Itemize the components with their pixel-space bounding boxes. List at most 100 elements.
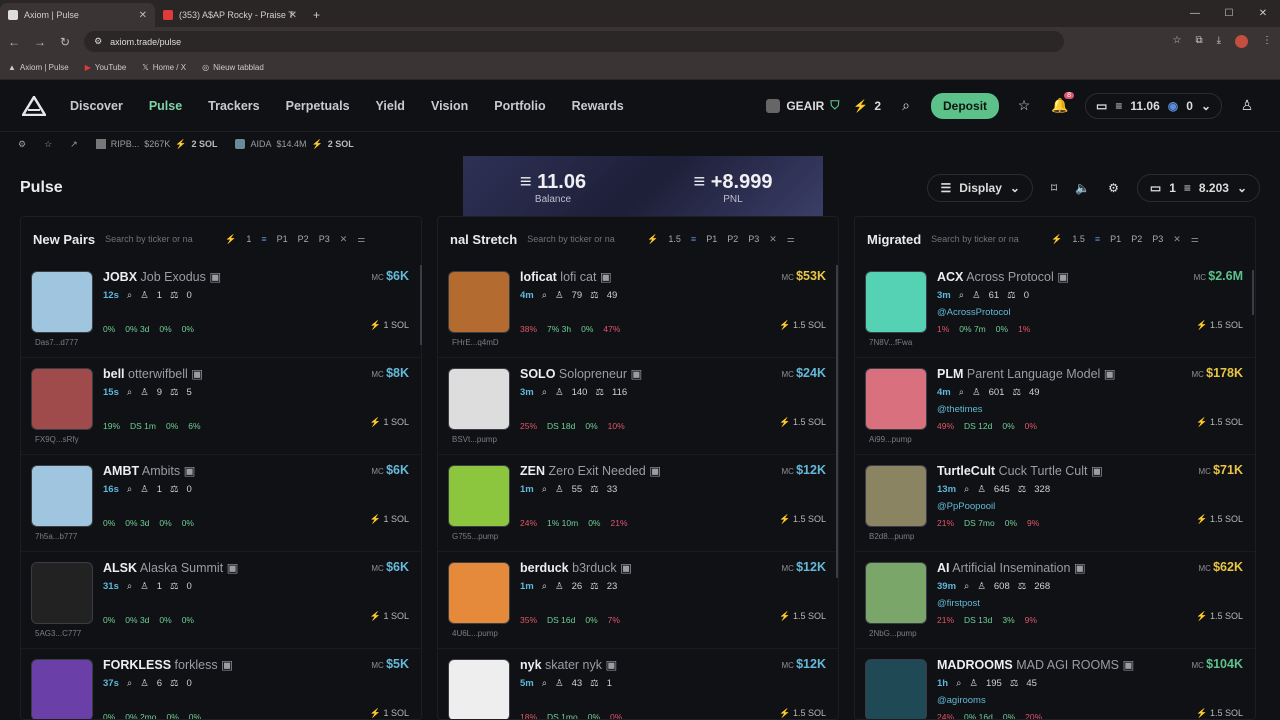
mute-icon[interactable]: ✕ (769, 234, 777, 245)
token-address[interactable]: FX9Q...sRfy (35, 435, 79, 444)
copy-icon[interactable]: ▣ (649, 464, 661, 478)
quick-buy-button[interactable]: ⚡ 1 SOL (370, 320, 409, 331)
token-card[interactable]: 7N8V...fFwa ACX Across Protocol ▣ 3m ⌕ ♙ 61… (855, 261, 1255, 358)
copy-icon[interactable]: ▣ (191, 367, 203, 381)
search-icon[interactable]: ⌕ (956, 678, 961, 689)
star-icon[interactable]: ☆ (44, 139, 52, 150)
token-address[interactable]: 7h5a...b777 (35, 532, 77, 541)
token-name[interactable]: AI Artificial Insemination ▣ (937, 560, 1086, 575)
token-card[interactable]: FX9Q...sRfy bell otterwifbell ▣ 15s ⌕ ♙ 9 ⚖ 5… (21, 358, 421, 455)
ticker-item[interactable]: RIPB... $267K ⚡ 2 SOL (95, 139, 217, 150)
browser-menu-icon[interactable]: ⋮ (1262, 35, 1272, 48)
bookmark-youtube[interactable]: ▶ YouTube (85, 63, 127, 72)
preset-p2[interactable]: P2 (727, 234, 738, 244)
token-address[interactable]: 2NbG...pump (869, 629, 917, 638)
token-address[interactable]: 7N8V...fFwa (869, 338, 912, 347)
token-name[interactable]: AMBT Ambits ▣ (103, 463, 195, 478)
bookmark-axiom[interactable]: ▲ Axiom | Pulse (8, 63, 69, 72)
forward-icon[interactable]: → (34, 35, 46, 49)
token-avatar[interactable] (31, 465, 93, 527)
quick-buy-button[interactable]: ⚡ 1.5 SOL (779, 514, 826, 525)
search-icon[interactable]: ⌕ (895, 95, 917, 117)
search-icon[interactable]: ⌕ (542, 581, 547, 592)
scrollbar[interactable] (420, 265, 422, 345)
wallet-pill[interactable]: ▭ ≡ 11.06 ◉ 0 ⌄ (1085, 92, 1222, 119)
filter-icon[interactable]: ⚌ (357, 234, 365, 245)
search-icon[interactable]: ⌕ (127, 387, 132, 398)
token-avatar[interactable] (31, 368, 93, 430)
token-avatar[interactable] (865, 562, 927, 624)
quick-buy-button[interactable]: ⚡ 1.5 SOL (779, 708, 826, 719)
sound-icon[interactable]: 🔈 (1075, 181, 1090, 195)
axiom-logo-icon[interactable] (22, 95, 46, 116)
nav-portfolio[interactable]: Portfolio (494, 99, 545, 113)
quick-buy-button[interactable]: ⚡ 1 SOL (370, 417, 409, 428)
token-card[interactable]: 5AG3...C777 ALSK Alaska Summit ▣ 31s ⌕ ♙ 1 ⚖… (21, 552, 421, 649)
search-icon[interactable]: ⌕ (542, 387, 547, 398)
token-card[interactable]: FORKLESS forkless ▣ 37s ⌕ ♙ 6 ⚖ 0 0% 0% 2mo 0% 0… (21, 649, 421, 719)
token-name[interactable]: TurtleCult Cuck Turtle Cult ▣ (937, 463, 1103, 478)
back-icon[interactable]: ← (8, 35, 20, 49)
search-icon[interactable]: ⌕ (127, 581, 132, 592)
minimize-icon[interactable]: — (1178, 0, 1212, 27)
token-name[interactable]: FORKLESS forkless ▣ (103, 657, 233, 672)
extensions-icon[interactable]: ⧉ (1195, 35, 1202, 48)
copy-icon[interactable]: ▣ (1057, 270, 1069, 284)
token-avatar[interactable] (31, 562, 93, 624)
nav-rewards[interactable]: Rewards (572, 99, 624, 113)
deposit-button[interactable]: Deposit (931, 92, 1000, 119)
token-address[interactable]: 5AG3...C777 (35, 629, 81, 638)
copy-icon[interactable]: ▣ (209, 270, 221, 284)
lightning-pill[interactable]: ⚡ 2 (853, 99, 881, 113)
preset-p1[interactable]: P1 (1110, 234, 1121, 244)
quick-buy-button[interactable]: ⚡ 1.5 SOL (779, 320, 826, 331)
nav-pulse[interactable]: Pulse (149, 99, 182, 113)
browser-tab-youtube[interactable]: (353) A$AP Rocky - Praise T ✕ (155, 3, 305, 27)
bookmark-icon[interactable]: ⌑ (1051, 181, 1057, 195)
token-address[interactable]: B2d8...pump (869, 532, 914, 541)
chart-icon[interactable]: ↗ (70, 139, 78, 150)
account-icon[interactable]: ♙ (1236, 95, 1258, 117)
maximize-icon[interactable]: ☐ (1212, 0, 1246, 27)
copy-icon[interactable]: ▣ (600, 270, 612, 284)
token-address[interactable]: FHrE...q4mD (452, 338, 499, 347)
address-bar[interactable]: ⚙ axiom.trade/pulse (84, 31, 1065, 52)
token-name[interactable]: MADROOMS MAD AGI ROOMS ▣ (937, 657, 1134, 672)
new-tab-icon[interactable]: + (313, 8, 320, 22)
twitter-handle[interactable]: @AcrossProtocol (937, 307, 1011, 318)
token-name[interactable]: ALSK Alaska Summit ▣ (103, 560, 238, 575)
filter-icon[interactable]: ⚌ (1191, 234, 1199, 245)
token-avatar[interactable] (448, 368, 510, 430)
token-card[interactable]: 2NbG...pump AI Artificial Insemination ▣… (855, 552, 1255, 649)
token-name[interactable]: SOLO Solopreneur ▣ (520, 366, 642, 381)
preset-p3[interactable]: P3 (748, 234, 759, 244)
twitter-handle[interactable]: @thetimes (937, 404, 983, 415)
token-card[interactable]: BSVt...pump SOLO Solopreneur ▣ 3m ⌕ ♙ 140 ⚖ 1… (438, 358, 838, 455)
display-button[interactable]: ☰ Display ⌄ (927, 174, 1033, 202)
profile-avatar-icon[interactable] (1235, 35, 1248, 48)
token-name[interactable]: ZEN Zero Exit Needed ▣ (520, 463, 661, 478)
close-tab-icon[interactable]: ✕ (139, 10, 147, 21)
copy-icon[interactable]: ▣ (1074, 561, 1086, 575)
token-address[interactable]: G755...pump (452, 532, 498, 541)
twitter-handle[interactable]: @agirooms (937, 695, 986, 706)
token-name[interactable]: nyk skater nyk ▣ (520, 657, 617, 672)
token-avatar[interactable] (865, 465, 927, 527)
close-tab-icon[interactable]: ✕ (289, 10, 297, 21)
filter-icon[interactable]: ⚌ (787, 234, 795, 245)
quick-buy-button[interactable]: ⚡ 1.5 SOL (1196, 611, 1243, 622)
token-name[interactable]: loficat lofi cat ▣ (520, 269, 612, 284)
column-search-input[interactable]: Search by ticker or na (527, 234, 637, 244)
copy-icon[interactable]: ▣ (184, 464, 196, 478)
preset-p2[interactable]: P2 (298, 234, 309, 244)
scrollbar[interactable] (1252, 270, 1254, 315)
token-avatar[interactable] (865, 368, 927, 430)
settings-icon[interactable]: ⚙ (1108, 181, 1119, 195)
buy-amount[interactable]: 1 (246, 234, 251, 244)
ticker-item[interactable]: AIDA $14.4M ⚡ 2 SOL (235, 139, 354, 150)
bookmark-x[interactable]: 𝕏 Home / X (142, 63, 186, 72)
search-icon[interactable]: ⌕ (542, 290, 547, 301)
token-avatar[interactable] (865, 659, 927, 719)
column-search-input[interactable]: Search by ticker or na (931, 234, 1041, 244)
token-card[interactable]: Das7...d777 JOBX Job Exodus ▣ 12s ⌕ ♙ 1 ⚖ 0 0… (21, 261, 421, 358)
